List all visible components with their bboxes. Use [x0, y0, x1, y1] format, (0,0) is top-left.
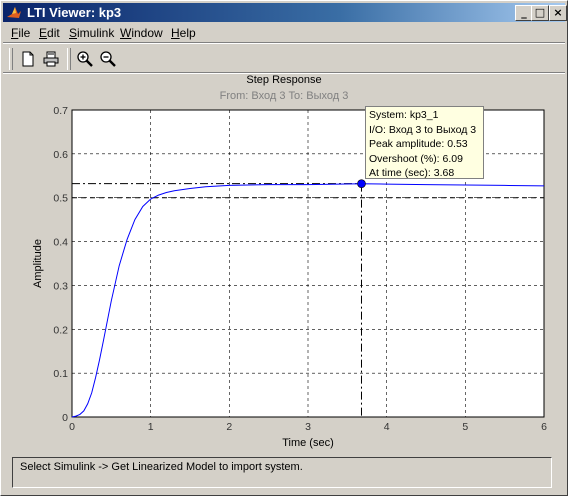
- datatip-time: At time (sec): 3.68: [369, 167, 455, 180]
- y-tick-label: 0: [62, 412, 68, 424]
- x-tick-label: 5: [462, 421, 468, 433]
- datatip-overshoot: Overshoot (%): 6.09: [369, 152, 463, 165]
- x-tick-label: 4: [384, 421, 390, 433]
- datatip: System: kp3_1 I/O: Вход 3 to Выход 3 Pea…: [365, 106, 484, 179]
- x-tick-label: 2: [226, 421, 232, 433]
- peak-marker[interactable]: [357, 179, 366, 188]
- status-bar: Select Simulink -> Get Linearized Model …: [12, 457, 552, 488]
- x-tick-label: 1: [148, 421, 154, 433]
- y-tick-label: 0.2: [53, 324, 68, 336]
- x-tick-label: 0: [69, 421, 75, 433]
- datatip-io: I/O: Вход 3 to Выход 3: [369, 123, 477, 136]
- y-tick-label: 0.3: [53, 280, 68, 292]
- datatip-system: System: kp3_1: [369, 109, 439, 121]
- x-axis-label: Time (sec): [282, 437, 334, 449]
- y-tick-label: 0.4: [53, 237, 68, 249]
- y-axis-label: Amplitude: [32, 239, 44, 288]
- y-tick-label: 0.6: [53, 149, 68, 161]
- datatip-peak: Peak amplitude: 0.53: [369, 138, 468, 151]
- y-tick-label: 0.7: [53, 105, 68, 117]
- step-response-chart[interactable]: 0 1 2 3 4 5 6 0 0.1 0.2 0.3 0.4 0.5 0.6 0.7 Time (sec)…: [0, 0, 568, 496]
- y-tick-label: 0.5: [53, 193, 68, 205]
- x-tick-label: 3: [305, 421, 311, 433]
- y-tick-label: 0.1: [53, 368, 68, 380]
- x-tick-label: 6: [541, 421, 547, 433]
